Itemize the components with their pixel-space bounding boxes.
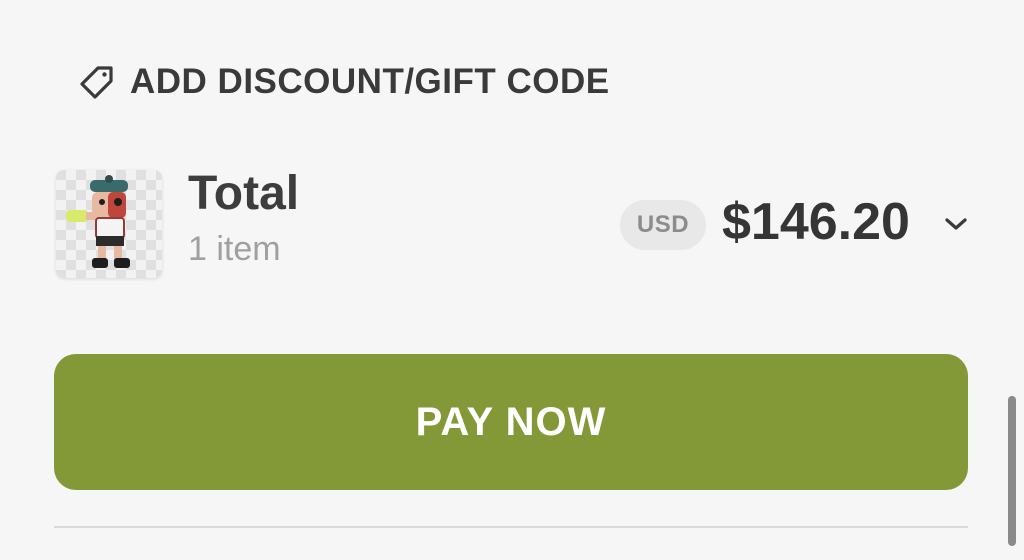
- add-discount-link[interactable]: ADD DISCOUNT/GIFT CODE: [78, 58, 610, 106]
- currency-badge: USD: [620, 200, 706, 250]
- scrollbar[interactable]: [1008, 396, 1016, 546]
- item-count: 1 item: [188, 230, 281, 268]
- product-thumbnail: [56, 170, 162, 278]
- total-amount: $146.20: [722, 193, 910, 251]
- divider: [54, 526, 968, 528]
- checkout-summary-panel: ADD DISCOUNT/GIFT CODE Total 1 item USD …: [0, 0, 1024, 560]
- chevron-down-icon: [943, 216, 969, 237]
- pay-now-button[interactable]: PAY NOW: [54, 354, 968, 490]
- add-discount-label: ADD DISCOUNT/GIFT CODE: [130, 62, 610, 101]
- order-details-toggle[interactable]: [936, 206, 976, 246]
- tag-icon: [78, 63, 116, 101]
- total-title: Total: [188, 167, 300, 220]
